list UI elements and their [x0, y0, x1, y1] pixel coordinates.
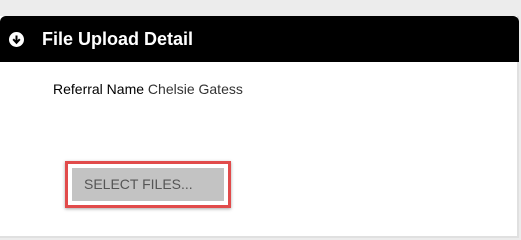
panel-title: File Upload Detail: [42, 29, 194, 49]
referral-name-value: Chelsie Gatess: [147, 81, 243, 97]
select-files-button[interactable]: SELECT FILES...: [72, 168, 224, 201]
referral-name-label: Referral Name: [53, 81, 145, 97]
panel-header[interactable]: File Upload Detail: [0, 16, 519, 62]
referral-name-row: Referral Name Chelsie Gatess: [53, 80, 243, 98]
file-upload-detail-panel: File Upload Detail Referral Name Chelsie…: [0, 16, 519, 238]
circle-arrow-down-icon[interactable]: [9, 32, 24, 47]
